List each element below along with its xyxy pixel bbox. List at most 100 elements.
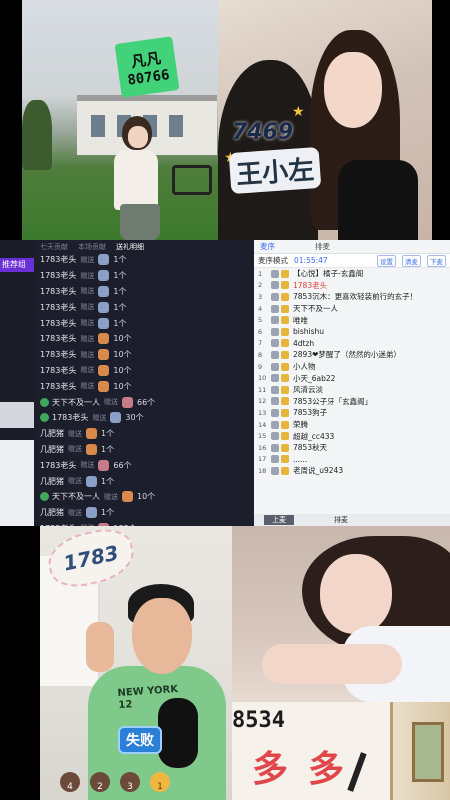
tab-queue[interactable]: 排麦 (315, 241, 330, 252)
queue-number: 10 (258, 374, 267, 383)
queue-row[interactable]: 9 小人物 (254, 361, 450, 373)
queue-number: 1 (258, 269, 263, 278)
gift-sender[interactable]: 天下不及一人 (52, 491, 100, 502)
gift-sender[interactable]: 几肥猪 (40, 428, 64, 439)
mode-label[interactable]: 麦序模式 (258, 255, 288, 266)
settings-button[interactable]: 设置 (377, 254, 396, 267)
clear-mic-button[interactable]: 清麦 (402, 254, 421, 267)
gift-sender[interactable]: 1783老头 (40, 270, 76, 281)
queue-row[interactable]: 14 荣腾 (254, 419, 450, 431)
level-chip[interactable]: 3 (120, 772, 140, 792)
gift-verb: 赠送 (104, 492, 118, 501)
gift-verb: 赠送 (80, 287, 95, 296)
stream-tile-top-right[interactable]: ★ ★ 7469 王小左 (218, 0, 432, 240)
name-char: 多 (252, 749, 289, 790)
crown-icon (281, 362, 289, 371)
leave-mic-button[interactable]: 下麦 (427, 254, 446, 267)
lock-icon (271, 374, 279, 383)
level-chip[interactable]: 4 (60, 772, 80, 792)
queue-row[interactable]: 17...... (254, 454, 450, 466)
queue-username: 小天_6ab22 (293, 373, 336, 383)
queue-row[interactable]: 2 1783老头 (254, 280, 450, 292)
queue-row[interactable]: 15 超越_cc433 (254, 430, 450, 442)
queue-username: 风清云淡 (293, 385, 323, 395)
gift-quantity: 66个 (113, 460, 132, 470)
queue-username: ...... (293, 454, 308, 464)
gift-sender[interactable]: 几肥猪 (40, 476, 64, 487)
queue-row[interactable]: 10 小天_6ab22 (254, 372, 450, 384)
level-star-icon (40, 492, 49, 502)
lock-icon (271, 408, 279, 417)
gift-sender[interactable]: 1783老头 (40, 302, 76, 313)
gift-icon (98, 301, 110, 313)
gift-icon (98, 349, 110, 361)
recommend-badge[interactable]: 推荐组 (0, 258, 34, 272)
level-star-icon (40, 397, 49, 407)
gift-verb: 赠送 (104, 398, 118, 407)
queue-button[interactable]: 排麦 (334, 515, 348, 525)
tab-mic-order[interactable]: 麦序 (260, 241, 275, 252)
queue-row[interactable]: 8 2893❤梦醒了（然然的小迷弟） (254, 349, 450, 361)
gift-sender[interactable]: 几肥猪 (40, 444, 64, 455)
queue-username: bishishu (293, 327, 325, 337)
gift-sender[interactable]: 1783老头 (40, 318, 76, 329)
gift-sender[interactable]: 天下不及一人 (52, 397, 100, 408)
queue-tabs: 麦序 排麦 (254, 240, 450, 254)
crown-icon (281, 385, 289, 394)
gift-sender[interactable]: 几肥猪 (40, 507, 64, 518)
tab-gift-detail[interactable]: 送礼明细 (116, 242, 144, 251)
gift-quantity: 66个 (137, 397, 156, 407)
queue-number: 14 (258, 420, 267, 429)
lock-icon (271, 327, 279, 336)
level-chip[interactable]: 1 (150, 772, 170, 792)
queue-row[interactable]: 5 唯唯 (254, 314, 450, 326)
queue-row[interactable]: 1 【心悦】橘子-玄鑫阁 (254, 268, 450, 280)
queue-number: 12 (258, 397, 267, 406)
crown-icon (281, 292, 289, 301)
crown-icon (281, 350, 289, 359)
queue-row[interactable]: 3 7853沉木：更喜欢轻装前行的玄子！ (254, 291, 450, 303)
sticker-text: 1783 (61, 540, 121, 576)
side-strip: 推荐组 (0, 240, 34, 526)
stream-tile-bottom-left[interactable]: NEW YORK 12 1783 失败 4 2 3 1 (40, 526, 232, 800)
gift-sender[interactable]: 1783老头 (40, 365, 76, 376)
gift-sender[interactable]: 1783老头 (40, 349, 76, 360)
gift-tabs: 七天贡献 本场贡献 送礼明细 (34, 240, 254, 252)
queue-row[interactable]: 13 7853狗子 (254, 407, 450, 419)
queue-row[interactable]: 12 7853公子牙「玄鑫阁」 (254, 396, 450, 408)
crown-icon (281, 304, 289, 313)
queue-row[interactable]: 18 老周说_u9243 (254, 465, 450, 477)
lock-icon (271, 316, 279, 325)
gift-sender[interactable]: 1783老头 (40, 286, 76, 297)
crown-icon (281, 374, 289, 383)
gift-sender[interactable]: 1783老头 (40, 381, 76, 392)
lock-icon (271, 443, 279, 452)
gift-sender[interactable]: 1783老头 (52, 412, 88, 423)
queue-row[interactable]: 7 4dtzh (254, 338, 450, 350)
gift-verb: 赠送 (80, 382, 95, 391)
gift-sender[interactable]: 1783老头 (40, 333, 76, 344)
queue-row[interactable]: 16 7853秋天 (254, 442, 450, 454)
stream-tile-bottom-right-lower[interactable]: 8534 多 多 (232, 702, 450, 800)
wall-picture (412, 722, 444, 782)
gift-row: 几肥猪 赠送 1个 (34, 473, 254, 489)
pen-stroke (347, 752, 367, 792)
tab-this-session[interactable]: 本场贡献 (78, 242, 106, 251)
join-mic-button[interactable]: 上麦 (264, 515, 294, 525)
queue-row[interactable]: 4 天下不及一人 (254, 303, 450, 315)
stream-tile-top-left[interactable]: 凡凡 80766 (22, 0, 218, 240)
face (324, 52, 382, 128)
gift-icon (122, 491, 133, 503)
stream-tile-bottom-right-upper[interactable] (232, 526, 450, 702)
level-chip[interactable]: 2 (90, 772, 110, 792)
face (132, 598, 192, 674)
gift-row: 1783老头 赠送 10个 (34, 363, 254, 379)
tab-seven-day[interactable]: 七天贡献 (40, 242, 68, 251)
queue-row[interactable]: 11 风清云淡 (254, 384, 450, 396)
gift-sender[interactable]: 1783老头 (40, 460, 76, 471)
gift-icon (98, 333, 110, 345)
queue-row[interactable]: 6 bishishu (254, 326, 450, 338)
gift-row: 1783老头 赠送 1个 (34, 284, 254, 300)
gift-row: 1783老头 赠送 1个 (34, 268, 254, 284)
gift-sender[interactable]: 1783老头 (40, 254, 76, 265)
